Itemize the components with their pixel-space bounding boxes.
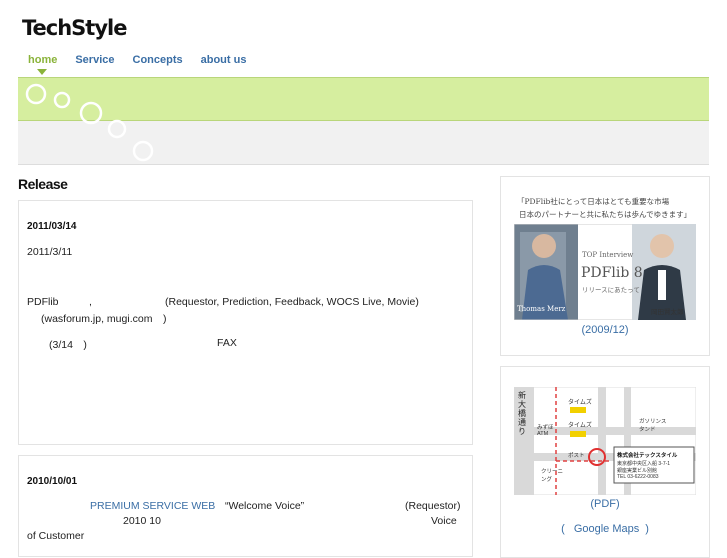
- map-street-label: 新大橋通り: [518, 391, 526, 436]
- release-text-line: of Customer: [27, 530, 85, 542]
- release-text-line: PDFlib: [27, 296, 59, 308]
- site-logo[interactable]: TechStyle: [22, 16, 127, 40]
- active-caret-icon: [37, 69, 47, 75]
- release-text-line: FAX: [217, 337, 237, 349]
- nav-service[interactable]: Service: [75, 54, 114, 66]
- interview-tag: TOP Interview: [582, 251, 634, 259]
- premium-service-link[interactable]: PREMIUM SERVICE WEB: [90, 500, 215, 512]
- map-label: タイムズ: [568, 400, 592, 406]
- release-text-line: ,: [89, 296, 92, 308]
- interview-caption[interactable]: (2009/12): [501, 324, 709, 336]
- map-panel: 新大橋通り タイムズ タイムズ みずほ ATM ガソリンスタンド ポスト クリー…: [500, 366, 710, 558]
- map-tel: TEL 03-6222-0083: [617, 474, 659, 480]
- map-company-name: 株式会社テックスタイル: [617, 453, 678, 459]
- map-label: クリーニング: [541, 469, 564, 483]
- map-address: 東京都中央区入船 3-7-1: [617, 461, 671, 467]
- nav-about-us[interactable]: about us: [201, 54, 247, 66]
- interview-right-name: 岡田賢太郎: [651, 308, 684, 316]
- release-entry: 2010/10/01 PREMIUM SERVICE WEB “Welcome …: [18, 455, 473, 557]
- map-label: みずほ ATM: [537, 425, 554, 437]
- release-date: 2011/03/14: [27, 221, 77, 232]
- map-label: ポスト: [568, 453, 585, 459]
- release-text-line: (Requestor, Prediction, Feedback, WOCS L…: [165, 296, 419, 308]
- interview-subtitle: リリースにあたって: [582, 286, 640, 294]
- interview-panel: 「PDFlib社にとって日本はとても重要な市場 日本のパートナーと共に私たちは歩…: [500, 176, 710, 356]
- release-text-line: 2011/3/11: [27, 246, 73, 258]
- nav-home[interactable]: home: [28, 54, 58, 75]
- main-nav: home Service Concepts about us: [28, 54, 264, 75]
- release-text-line: 2010 10: [123, 515, 161, 527]
- google-maps-close-paren: ): [645, 523, 649, 535]
- release-text-line: “Welcome Voice”: [225, 500, 305, 512]
- interview-product: PDFlib 8: [581, 265, 643, 281]
- interview-left-name: Thomas Merz: [517, 305, 566, 313]
- release-heading: Release: [18, 176, 68, 192]
- release-text-line: (3/14 ): [49, 339, 87, 351]
- release-date: 2010/10/01: [27, 476, 78, 487]
- release-text-line: Voice: [431, 515, 457, 527]
- interview-headline: 「PDFlib社にとって日本はとても重要な市場: [517, 197, 670, 206]
- google-maps-caption: ( Google Maps): [501, 523, 709, 535]
- map-address: 銀座実業ビル別館: [617, 468, 658, 474]
- google-maps-link[interactable]: Google Maps: [574, 523, 639, 535]
- release-text-line: (Requestor): [405, 500, 461, 512]
- nav-concepts[interactable]: Concepts: [133, 54, 183, 66]
- map-label: タイムズ: [568, 423, 592, 429]
- decorative-bubbles: [25, 83, 154, 162]
- map-pdf-link[interactable]: (PDF): [501, 498, 709, 510]
- google-maps-open-paren: (: [561, 523, 565, 535]
- nav-home-label: home: [28, 54, 58, 66]
- release-entry: 2011/03/14 2011/3/11 PDFlib , (Requestor…: [18, 200, 473, 445]
- map-label: ガソリンスタンド: [639, 419, 667, 433]
- release-text-line: (wasforum.jp, mugi.com ): [41, 313, 167, 325]
- interview-headline: 日本のパートナーと共に私たちは歩んでゆきます」: [519, 210, 692, 219]
